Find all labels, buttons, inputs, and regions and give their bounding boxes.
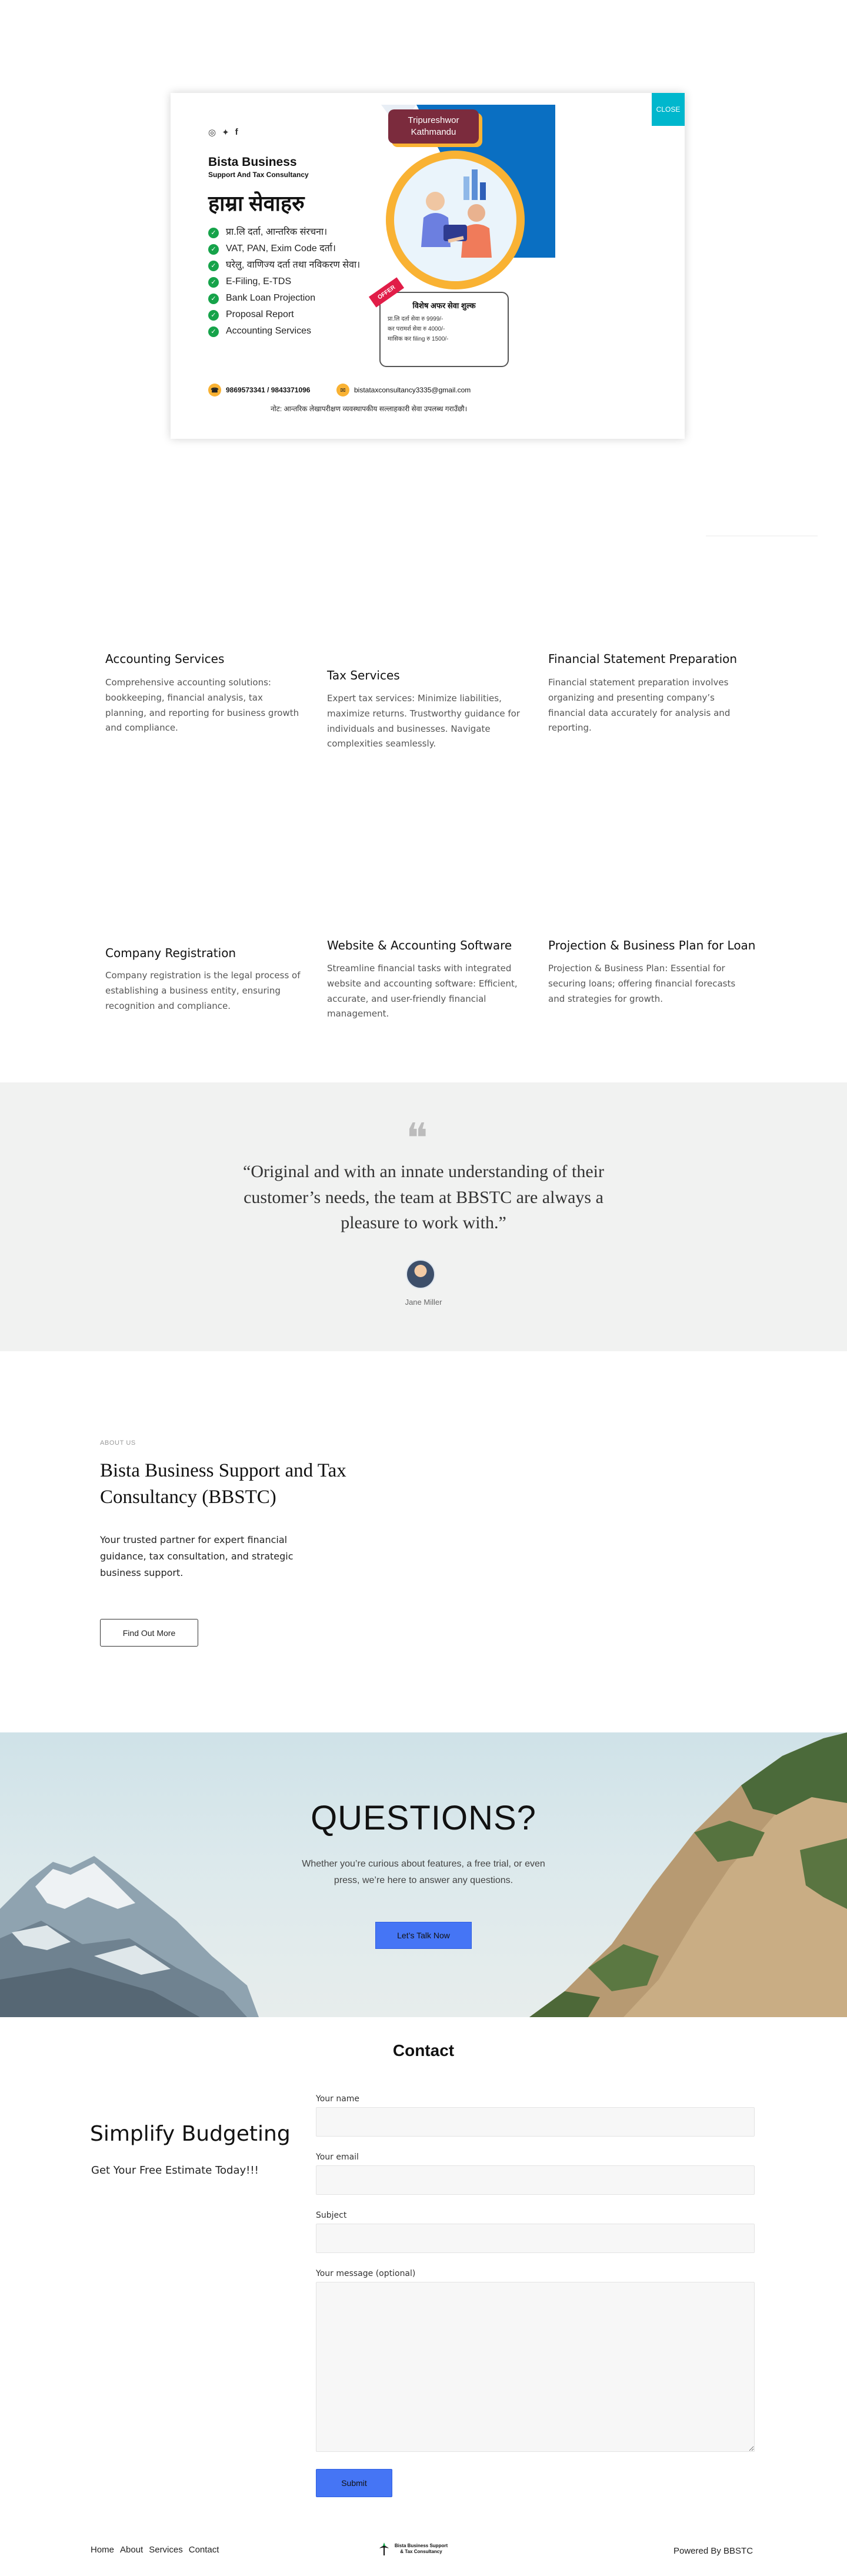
- offer-item: प्रा.लि दर्ता सेवा रु 9999/-: [388, 316, 443, 322]
- services-flyer: ◎ ✦ f Bista Business Support And Tax Con…: [182, 105, 676, 427]
- service-desc: Projection & Business Plan: Essential fo…: [548, 963, 736, 1004]
- flyer-phone: ☎ 9869573341 / 9843371096: [208, 384, 310, 396]
- testimonial-section: ❝ “Original and with an innate understan…: [0, 1082, 847, 1351]
- footer-link-contact[interactable]: Contact: [189, 2545, 219, 2555]
- message-field[interactable]: [316, 2282, 755, 2452]
- footer-link-services[interactable]: Services: [149, 2545, 183, 2555]
- footer-nav: Home About Services Contact: [91, 2545, 219, 2555]
- service-title: Financial Statement Preparation: [548, 652, 738, 666]
- contact-tagline: Simplify Budgeting: [90, 2122, 291, 2146]
- questions-title: QUESTIONS?: [311, 1799, 536, 1837]
- flyer-note: नोट: आन्तरिक लेखापरीक्षण व्यवस्थापकीय सल…: [271, 405, 468, 413]
- footer-logo[interactable]: Bista Business Support & Tax Consultancy: [378, 2541, 448, 2557]
- service-desc: Expert tax services: Minimize liabilitie…: [327, 693, 520, 749]
- check-icon: ✓: [208, 277, 219, 288]
- flyer-service-item: ✓ प्रा.लि दर्ता, आन्तरिक संरचना।: [208, 227, 379, 238]
- footer-link-about[interactable]: About: [120, 2545, 143, 2555]
- flyer-email-text: bistataxconsultancy3335@gmail.com: [354, 386, 471, 394]
- quote-icon: ❝: [406, 1114, 428, 1162]
- flyer-service-item: ✓ Proposal Report: [208, 309, 379, 321]
- location-line: Tripureshwor: [408, 115, 459, 125]
- handshake-illustration: [421, 169, 492, 258]
- flyer-offer-box: विशेष अफर सेवा शुल्क प्रा.लि दर्ता सेवा …: [379, 292, 509, 367]
- facebook-icon: f: [235, 127, 238, 137]
- flyer-service-item: ✓ VAT, PAN, Exim Code दर्ता।: [208, 244, 379, 255]
- check-icon: ✓: [208, 326, 219, 337]
- flyer-service-item: ✓ Accounting Services: [208, 326, 379, 337]
- flyer-brand-subtitle: Support And Tax Consultancy: [208, 171, 309, 179]
- service-title: Tax Services: [327, 668, 400, 682]
- check-icon: ✓: [208, 261, 219, 271]
- check-icon: ✓: [208, 244, 219, 255]
- offer-item: मासिक कर filing रु 1500/-: [388, 336, 449, 342]
- flyer-social-icons: ◎ ✦ f: [208, 127, 238, 138]
- contact-subline: Get Your Free Estimate Today!!!: [91, 2164, 259, 2177]
- testimonial-author: Jane Miller: [405, 1298, 442, 1307]
- name-field[interactable]: [316, 2107, 755, 2137]
- questions-text: Whether you’re curious about features, a…: [302, 1859, 545, 1885]
- about-description: Your trusted partner for expert financia…: [100, 1534, 294, 1578]
- submit-button[interactable]: Submit: [316, 2469, 392, 2497]
- divider: [706, 535, 818, 536]
- name-label: Your name: [316, 2094, 360, 2104]
- about-title: Bista Business Support and Tax Consultan…: [100, 1460, 346, 1508]
- subject-field[interactable]: [316, 2224, 755, 2253]
- flyer-phone-text: 9869573341 / 9843371096: [226, 386, 311, 394]
- instagram-icon: ◎: [208, 128, 216, 138]
- powered-by: Powered By BBSTC: [673, 2546, 753, 2556]
- service-title: Company Registration: [105, 946, 236, 960]
- flyer-email: ✉ bistataxconsultancy3335@gmail.com: [336, 384, 471, 396]
- avatar: [406, 1259, 435, 1289]
- offer-title: विशेष अफर सेवा शुल्क: [412, 301, 476, 310]
- flyer-location-badge: Tripureshwor Kathmandu: [388, 109, 479, 144]
- flyer-services-heading: हाम्रा सेवाहरु: [208, 191, 305, 215]
- contact-heading: Contact: [392, 2041, 455, 2060]
- service-title: Website & Accounting Software: [327, 938, 512, 952]
- flyer-service-item: ✓ घरेलु, वाणिज्य दर्ता तथा नविकरण सेवा।: [208, 260, 379, 271]
- check-icon: ✓: [208, 228, 219, 238]
- check-icon: ✓: [208, 294, 219, 304]
- flyer-service-item: ✓ Bank Loan Projection: [208, 293, 379, 304]
- flyer-illustration-ring: [386, 151, 525, 289]
- email-icon: ✉: [336, 384, 349, 396]
- service-desc: Company registration is the legal proces…: [105, 970, 301, 1011]
- flyer-brand-name: Bista Business: [208, 155, 297, 169]
- email-label: Your email: [316, 2152, 359, 2162]
- message-label: Your message (optional): [316, 2269, 416, 2278]
- subject-label: Subject: [316, 2211, 347, 2220]
- promo-popup: ◎ ✦ f Bista Business Support And Tax Con…: [171, 93, 685, 439]
- flyer-services-list: ✓ प्रा.लि दर्ता, आन्तरिक संरचना। ✓ VAT, PA…: [208, 227, 379, 342]
- service-desc: Financial statement preparation involves…: [548, 677, 731, 734]
- service-desc: Streamline financial tasks with integrat…: [327, 963, 518, 1019]
- service-desc: Comprehensive accounting solutions: book…: [105, 677, 299, 734]
- questions-banner: QUESTIONS? Whether you’re curious about …: [0, 1732, 847, 2017]
- email-field[interactable]: [316, 2165, 755, 2195]
- lets-talk-button[interactable]: Let’s Talk Now: [375, 1922, 472, 1949]
- footer-logo-text: Bista Business Support & Tax Consultancy: [394, 2543, 448, 2554]
- logo-icon: [379, 2542, 389, 2555]
- footer-link-home[interactable]: Home: [91, 2545, 114, 2555]
- offer-item: कर परामर्श सेवा रु 4000/-: [388, 326, 445, 332]
- location-line: Kathmandu: [411, 126, 456, 137]
- service-title: Accounting Services: [105, 652, 225, 666]
- about-label: ABOUT US: [100, 1439, 136, 1447]
- testimonial-quote: “Original and with an innate understandi…: [243, 1162, 604, 1232]
- find-out-more-button[interactable]: Find Out More: [100, 1619, 198, 1647]
- flyer-service-item: ✓ E-Filing, E-TDS: [208, 276, 379, 288]
- close-button[interactable]: CLOSE: [652, 93, 685, 126]
- phone-icon: ☎: [208, 384, 221, 396]
- service-title: Projection & Business Plan for Loan: [548, 938, 756, 952]
- check-icon: ✓: [208, 310, 219, 321]
- twitter-icon: ✦: [222, 128, 229, 138]
